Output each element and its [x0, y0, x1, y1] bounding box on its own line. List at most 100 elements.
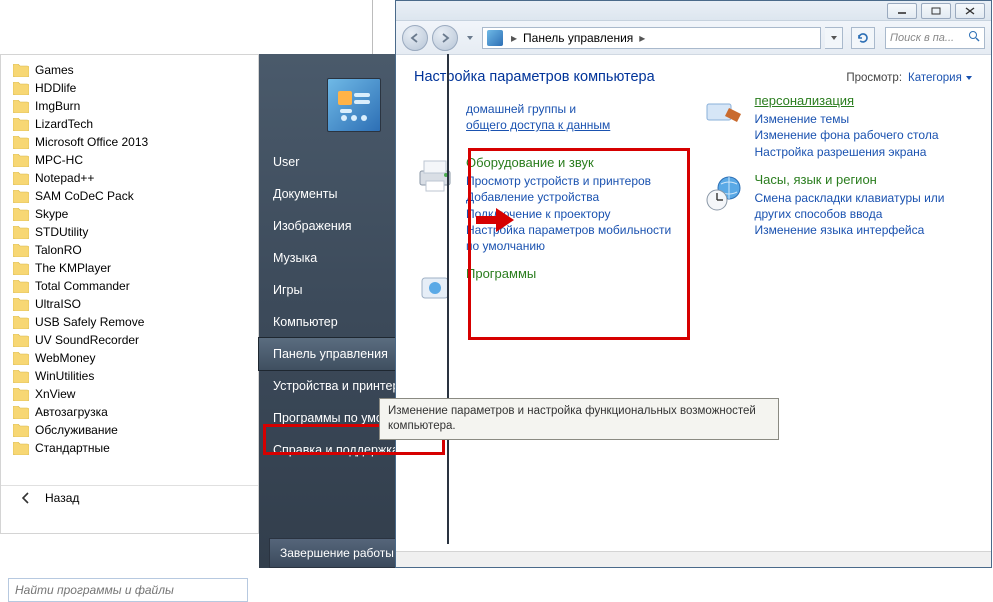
network-icon: [414, 101, 456, 143]
folder-item[interactable]: XnView: [9, 385, 258, 403]
view-label: Просмотр:: [846, 72, 902, 84]
folder-item[interactable]: USB Safely Remove: [9, 313, 258, 331]
folder-label: Автозагрузка: [35, 405, 108, 419]
folder-icon: [13, 244, 29, 257]
folder-label: Стандартные: [35, 441, 110, 455]
breadcrumb-separator[interactable]: ▸: [509, 31, 519, 45]
network-link-fragment[interactable]: домашней группы и: [466, 101, 610, 117]
folder-item[interactable]: Microsoft Office 2013: [9, 133, 258, 151]
tooltip: Изменение параметров и настройка функцио…: [379, 398, 779, 440]
back-label: Назад: [45, 491, 79, 505]
clock-language-link[interactable]: Изменение языка интерфейса: [755, 222, 974, 238]
folder-item[interactable]: MPC-HC: [9, 151, 258, 169]
start-menu-programs-list: Games HDDlife ImgBurn LizardTech Microsoft O…: [0, 54, 259, 534]
folder-icon: [13, 370, 29, 383]
clock-globe-icon: [703, 172, 745, 214]
address-bar[interactable]: ▸ Панель управления ▸: [482, 27, 821, 49]
folder-label: UV SoundRecorder: [35, 333, 139, 347]
folder-item[interactable]: Стандартные: [9, 439, 258, 457]
programs-title[interactable]: Программы: [466, 266, 536, 282]
back-arrow-icon: [15, 487, 37, 509]
page-title: Настройка параметров компьютера: [414, 69, 655, 85]
hardware-sound-title[interactable]: Оборудование и звук: [466, 155, 685, 171]
maximize-button[interactable]: [921, 3, 951, 19]
folder-item[interactable]: Skype: [9, 205, 258, 223]
folder-icon: [13, 352, 29, 365]
search-placeholder: Поиск в па...: [890, 32, 954, 44]
view-value: Категория: [908, 72, 962, 84]
clock-language-title[interactable]: Часы, язык и регион: [755, 172, 974, 188]
folder-label: HDDlife: [35, 81, 76, 95]
nav-forward-button[interactable]: [432, 25, 458, 51]
close-button[interactable]: [955, 3, 985, 19]
breadcrumb-segment[interactable]: Панель управления: [519, 31, 637, 45]
nav-recent-dropdown[interactable]: [462, 31, 478, 45]
refresh-button[interactable]: [851, 27, 875, 49]
cp-title-row: Настройка параметров компьютера Просмотр…: [414, 69, 973, 85]
category-personalization-fragment: персонализация Изменение темыИзменение ф…: [703, 93, 974, 160]
category-programs-fragment: Программы: [414, 266, 685, 308]
personalization-link[interactable]: Изменение фона рабочего стола: [755, 127, 939, 143]
start-search-input[interactable]: [8, 578, 248, 602]
folder-icon: [13, 388, 29, 401]
folder-label: SAM CoDeC Pack: [35, 189, 134, 203]
folder-label: WinUtilities: [35, 369, 94, 383]
address-toolbar: ▸ Панель управления ▸ Поиск в па...: [396, 21, 991, 55]
folder-icon: [13, 208, 29, 221]
folder-icon: [13, 100, 29, 113]
nav-back-button[interactable]: [402, 25, 428, 51]
back-button[interactable]: Назад: [1, 485, 258, 509]
hardware-link[interactable]: Просмотр устройств и принтеров: [466, 173, 685, 189]
folder-item[interactable]: The KMPlayer: [9, 259, 258, 277]
personalization-link[interactable]: Изменение темы: [755, 111, 939, 127]
folder-icon: [13, 316, 29, 329]
personalization-link[interactable]: Настройка разрешения экрана: [755, 144, 939, 160]
folder-label: Microsoft Office 2013: [35, 135, 148, 149]
folder-item[interactable]: HDDlife: [9, 79, 258, 97]
folder-label: MPC-HC: [35, 153, 83, 167]
folder-item[interactable]: ImgBurn: [9, 97, 258, 115]
folder-label: The KMPlayer: [35, 261, 111, 275]
window-titlebar: [396, 1, 991, 21]
folder-icon: [13, 262, 29, 275]
folder-item[interactable]: WinUtilities: [9, 367, 258, 385]
folder-item[interactable]: Notepad++: [9, 169, 258, 187]
folder-icon: [13, 298, 29, 311]
folder-item[interactable]: WebMoney: [9, 349, 258, 367]
minimize-button[interactable]: [887, 3, 917, 19]
folder-item[interactable]: Total Commander: [9, 277, 258, 295]
hardware-link[interactable]: Настройка параметров мобильности по умол…: [466, 222, 685, 254]
search-icon: [968, 30, 980, 45]
folder-item[interactable]: TalonRO: [9, 241, 258, 259]
folder-item[interactable]: LizardTech: [9, 115, 258, 133]
network-link-fragment[interactable]: общего доступа к данным: [466, 117, 610, 133]
folder-icon: [13, 64, 29, 77]
category-network-fragment: домашней группы и общего доступа к данны…: [414, 101, 685, 143]
folder-item[interactable]: UltraISO: [9, 295, 258, 313]
folder-item[interactable]: Games: [9, 61, 258, 79]
category-column-right: персонализация Изменение темыИзменение ф…: [703, 101, 974, 320]
folder-item[interactable]: STDUtility: [9, 223, 258, 241]
folder-label: USB Safely Remove: [35, 315, 144, 329]
control-panel-search[interactable]: Поиск в па...: [885, 27, 985, 49]
folder-icon: [13, 424, 29, 437]
appearance-icon: [703, 93, 745, 135]
view-dropdown[interactable]: Категория: [908, 72, 973, 84]
horizontal-scrollbar[interactable]: [396, 551, 991, 567]
folder-item[interactable]: Автозагрузка: [9, 403, 258, 421]
clock-language-link[interactable]: Смена раскладки клавиатуры или других сп…: [755, 190, 974, 222]
folder-label: LizardTech: [35, 117, 93, 131]
folder-icon: [13, 82, 29, 95]
folder-item[interactable]: UV SoundRecorder: [9, 331, 258, 349]
hardware-link[interactable]: Подключение к проектору: [466, 206, 685, 222]
folder-icon: [13, 190, 29, 203]
hardware-link[interactable]: Добавление устройства: [466, 189, 685, 205]
folder-icon: [13, 406, 29, 419]
breadcrumb-separator[interactable]: ▸: [637, 31, 647, 45]
left-top-strip: [0, 0, 373, 54]
personalization-title[interactable]: персонализация: [755, 93, 939, 109]
folder-item[interactable]: SAM CoDeC Pack: [9, 187, 258, 205]
folder-item[interactable]: Обслуживание: [9, 421, 258, 439]
user-picture[interactable]: [327, 78, 381, 132]
address-dropdown[interactable]: [825, 27, 843, 49]
